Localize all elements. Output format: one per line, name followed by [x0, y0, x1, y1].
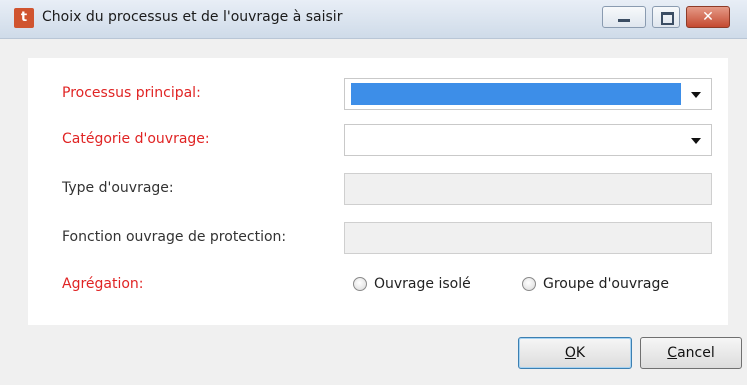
title-bar[interactable]: t Choix du processus et de l'ouvrage à s… [0, 0, 747, 39]
type-ouvrage-label: Type d'ouvrage: [62, 180, 174, 196]
ok-mnemonic: O [564, 345, 576, 361]
type-ouvrage-field [344, 173, 712, 205]
fonction-ouvrage-label: Fonction ouvrage de protection: [62, 229, 287, 245]
processus-principal-dropdown[interactable] [344, 78, 712, 110]
maximize-button[interactable] [652, 6, 680, 28]
fonction-ouvrage-field [344, 222, 712, 254]
close-button[interactable]: ✕ [686, 6, 730, 28]
selection-highlight [351, 83, 681, 105]
maximize-icon [661, 12, 674, 25]
radio-label[interactable]: Ouvrage isolé [374, 276, 471, 292]
minimize-button[interactable] [602, 6, 646, 28]
close-icon: ✕ [702, 9, 714, 25]
dialog-window: t Choix du processus et de l'ouvrage à s… [0, 0, 747, 385]
ok-button[interactable]: OK [518, 337, 632, 369]
radio-button[interactable] [522, 277, 536, 291]
chevron-down-icon[interactable] [691, 138, 701, 144]
window-title: Choix du processus et de l'ouvrage à sai… [42, 9, 343, 25]
categorie-ouvrage-label: Catégorie d'ouvrage: [62, 131, 210, 147]
categorie-ouvrage-dropdown[interactable] [344, 124, 712, 156]
ok-label-rest: K [575, 345, 586, 361]
app-icon: t [14, 8, 34, 28]
radio-button[interactable] [353, 277, 367, 291]
agregation-label: Agrégation: [62, 276, 144, 292]
radio-label[interactable]: Groupe d'ouvrage [543, 276, 669, 292]
chevron-down-icon[interactable] [691, 92, 701, 98]
cancel-label-rest: ancel [677, 345, 715, 361]
cancel-button[interactable]: Cancel [640, 337, 742, 369]
processus-principal-label: Processus principal: [62, 85, 201, 101]
cancel-mnemonic: C [667, 345, 678, 361]
minimize-icon [618, 19, 630, 22]
